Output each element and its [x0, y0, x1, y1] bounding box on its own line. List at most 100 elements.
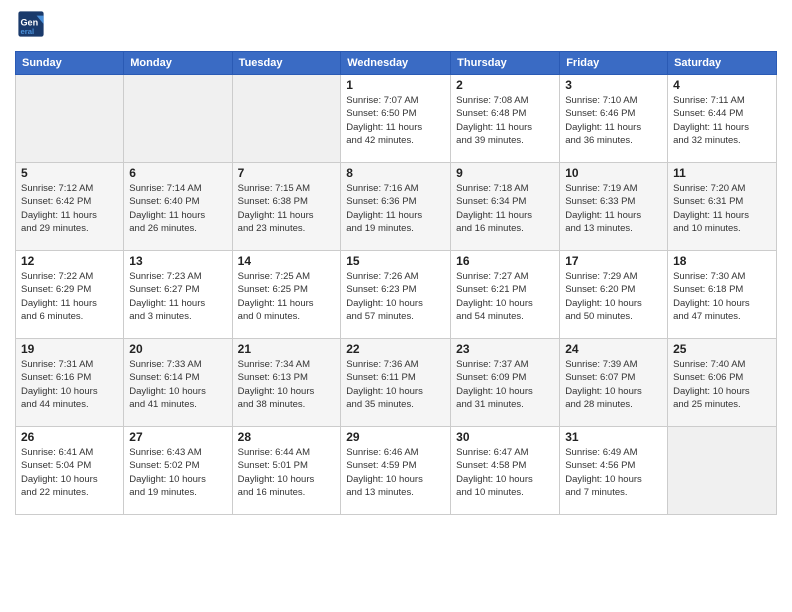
logo-icon: Gen eral — [17, 10, 45, 38]
calendar-body: 1 Sunrise: 7:07 AM Sunset: 6:50 PM Daylig… — [16, 75, 777, 515]
day-info: Sunrise: 6:46 AM Sunset: 4:59 PM Dayligh… — [346, 446, 445, 499]
calendar-cell: 24 Sunrise: 7:39 AM Sunset: 6:07 PM Dayli… — [560, 339, 668, 427]
calendar-cell: 4Sunrise: 7:11 AM Sunset: 6:44 PM Daylig… — [668, 75, 777, 163]
day-number: 13 — [129, 254, 226, 268]
weekday-header-saturday: Saturday — [668, 52, 777, 75]
day-number: 24 — [565, 342, 662, 356]
calendar-cell: 14Sunrise: 7:25 AM Sunset: 6:25 PM Dayli… — [232, 251, 341, 339]
day-info: Sunrise: 7:12 AM Sunset: 6:42 PM Dayligh… — [21, 182, 118, 235]
day-number: 5 — [21, 166, 118, 180]
day-number: 2 — [456, 78, 554, 92]
calendar-cell: 26 Sunrise: 6:41 AM Sunset: 5:04 PM Dayli… — [16, 427, 124, 515]
day-number: 21 — [238, 342, 336, 356]
day-info: Sunrise: 6:44 AM Sunset: 5:01 PM Dayligh… — [238, 446, 336, 499]
day-number: 20 — [129, 342, 226, 356]
day-number: 17 — [565, 254, 662, 268]
day-info: Sunrise: 7:29 AM Sunset: 6:20 PM Dayligh… — [565, 270, 662, 323]
day-info: Sunrise: 7:15 AM Sunset: 6:38 PM Dayligh… — [238, 182, 336, 235]
calendar-cell: 16 Sunrise: 7:27 AM Sunset: 6:21 PM Dayli… — [451, 251, 560, 339]
day-number: 8 — [346, 166, 445, 180]
day-info: Sunrise: 7:39 AM Sunset: 6:07 PM Dayligh… — [565, 358, 662, 411]
day-number: 9 — [456, 166, 554, 180]
day-number: 10 — [565, 166, 662, 180]
calendar-cell: 10 Sunrise: 7:19 AM Sunset: 6:33 PM Dayli… — [560, 163, 668, 251]
calendar-cell: 2 Sunrise: 7:08 AM Sunset: 6:48 PM Daylig… — [451, 75, 560, 163]
weekday-header-friday: Friday — [560, 52, 668, 75]
day-info: Sunrise: 7:31 AM Sunset: 6:16 PM Dayligh… — [21, 358, 118, 411]
weekday-header-thursday: Thursday — [451, 52, 560, 75]
day-info: Sunrise: 7:11 AM Sunset: 6:44 PM Dayligh… — [673, 94, 771, 147]
day-number: 14 — [238, 254, 336, 268]
calendar-week-3: 12 Sunrise: 7:22 AM Sunset: 6:29 PM Dayli… — [16, 251, 777, 339]
day-info: Sunrise: 7:27 AM Sunset: 6:21 PM Dayligh… — [456, 270, 554, 323]
calendar-week-2: 5 Sunrise: 7:12 AM Sunset: 6:42 PM Daylig… — [16, 163, 777, 251]
page: Gen eral SundayMondayTuesdayWednesdayThu… — [0, 0, 792, 612]
day-info: Sunrise: 7:36 AM Sunset: 6:11 PM Dayligh… — [346, 358, 445, 411]
day-number: 23 — [456, 342, 554, 356]
calendar-cell: 20Sunrise: 7:33 AM Sunset: 6:14 PM Dayli… — [124, 339, 232, 427]
calendar-cell: 15Sunrise: 7:26 AM Sunset: 6:23 PM Dayli… — [341, 251, 451, 339]
day-number: 6 — [129, 166, 226, 180]
calendar-cell: 5 Sunrise: 7:12 AM Sunset: 6:42 PM Daylig… — [16, 163, 124, 251]
day-info: Sunrise: 7:19 AM Sunset: 6:33 PM Dayligh… — [565, 182, 662, 235]
header: Gen eral — [15, 10, 777, 43]
day-info: Sunrise: 7:10 AM Sunset: 6:46 PM Dayligh… — [565, 94, 662, 147]
day-number: 26 — [21, 430, 118, 444]
day-info: Sunrise: 7:07 AM Sunset: 6:50 PM Dayligh… — [346, 94, 445, 147]
calendar-cell: 23Sunrise: 7:37 AM Sunset: 6:09 PM Dayli… — [451, 339, 560, 427]
day-number: 18 — [673, 254, 771, 268]
day-info: Sunrise: 7:40 AM Sunset: 6:06 PM Dayligh… — [673, 358, 771, 411]
day-number: 3 — [565, 78, 662, 92]
day-number: 30 — [456, 430, 554, 444]
weekday-header-wednesday: Wednesday — [341, 52, 451, 75]
calendar-cell: 28Sunrise: 6:44 AM Sunset: 5:01 PM Dayli… — [232, 427, 341, 515]
calendar-cell: 11 Sunrise: 7:20 AM Sunset: 6:31 PM Dayli… — [668, 163, 777, 251]
logo: Gen eral — [15, 10, 49, 43]
svg-text:eral: eral — [21, 27, 35, 36]
calendar-cell: 13 Sunrise: 7:23 AM Sunset: 6:27 PM Dayli… — [124, 251, 232, 339]
calendar-cell — [232, 75, 341, 163]
day-info: Sunrise: 7:18 AM Sunset: 6:34 PM Dayligh… — [456, 182, 554, 235]
weekday-header-sunday: Sunday — [16, 52, 124, 75]
calendar-week-5: 26 Sunrise: 6:41 AM Sunset: 5:04 PM Dayli… — [16, 427, 777, 515]
day-info: Sunrise: 6:43 AM Sunset: 5:02 PM Dayligh… — [129, 446, 226, 499]
calendar-cell — [124, 75, 232, 163]
calendar-table: SundayMondayTuesdayWednesdayThursdayFrid… — [15, 51, 777, 515]
day-info: Sunrise: 7:26 AM Sunset: 6:23 PM Dayligh… — [346, 270, 445, 323]
day-number: 27 — [129, 430, 226, 444]
calendar-cell: 27 Sunrise: 6:43 AM Sunset: 5:02 PM Dayli… — [124, 427, 232, 515]
day-number: 16 — [456, 254, 554, 268]
calendar-header: SundayMondayTuesdayWednesdayThursdayFrid… — [16, 52, 777, 75]
day-number: 11 — [673, 166, 771, 180]
day-info: Sunrise: 7:08 AM Sunset: 6:48 PM Dayligh… — [456, 94, 554, 147]
weekday-header-tuesday: Tuesday — [232, 52, 341, 75]
day-number: 25 — [673, 342, 771, 356]
day-number: 22 — [346, 342, 445, 356]
calendar-cell: 18 Sunrise: 7:30 AM Sunset: 6:18 PM Dayli… — [668, 251, 777, 339]
day-info: Sunrise: 6:49 AM Sunset: 4:56 PM Dayligh… — [565, 446, 662, 499]
calendar-cell: 12 Sunrise: 7:22 AM Sunset: 6:29 PM Dayli… — [16, 251, 124, 339]
day-info: Sunrise: 7:23 AM Sunset: 6:27 PM Dayligh… — [129, 270, 226, 323]
calendar-cell: 1 Sunrise: 7:07 AM Sunset: 6:50 PM Daylig… — [341, 75, 451, 163]
day-number: 19 — [21, 342, 118, 356]
day-number: 1 — [346, 78, 445, 92]
day-info: Sunrise: 6:47 AM Sunset: 4:58 PM Dayligh… — [456, 446, 554, 499]
calendar-cell: 17 Sunrise: 7:29 AM Sunset: 6:20 PM Dayli… — [560, 251, 668, 339]
calendar-cell: 29Sunrise: 6:46 AM Sunset: 4:59 PM Dayli… — [341, 427, 451, 515]
calendar-cell: 31Sunrise: 6:49 AM Sunset: 4:56 PM Dayli… — [560, 427, 668, 515]
day-info: Sunrise: 7:16 AM Sunset: 6:36 PM Dayligh… — [346, 182, 445, 235]
day-info: Sunrise: 7:34 AM Sunset: 6:13 PM Dayligh… — [238, 358, 336, 411]
calendar-cell: 19 Sunrise: 7:31 AM Sunset: 6:16 PM Dayli… — [16, 339, 124, 427]
svg-text:Gen: Gen — [21, 17, 39, 27]
day-info: Sunrise: 7:30 AM Sunset: 6:18 PM Dayligh… — [673, 270, 771, 323]
day-info: Sunrise: 7:22 AM Sunset: 6:29 PM Dayligh… — [21, 270, 118, 323]
day-info: Sunrise: 7:20 AM Sunset: 6:31 PM Dayligh… — [673, 182, 771, 235]
day-number: 7 — [238, 166, 336, 180]
weekday-header-row: SundayMondayTuesdayWednesdayThursdayFrid… — [16, 52, 777, 75]
day-number: 12 — [21, 254, 118, 268]
calendar-week-4: 19 Sunrise: 7:31 AM Sunset: 6:16 PM Dayli… — [16, 339, 777, 427]
calendar-cell — [16, 75, 124, 163]
day-info: Sunrise: 6:41 AM Sunset: 5:04 PM Dayligh… — [21, 446, 118, 499]
day-info: Sunrise: 7:14 AM Sunset: 6:40 PM Dayligh… — [129, 182, 226, 235]
calendar-cell — [668, 427, 777, 515]
